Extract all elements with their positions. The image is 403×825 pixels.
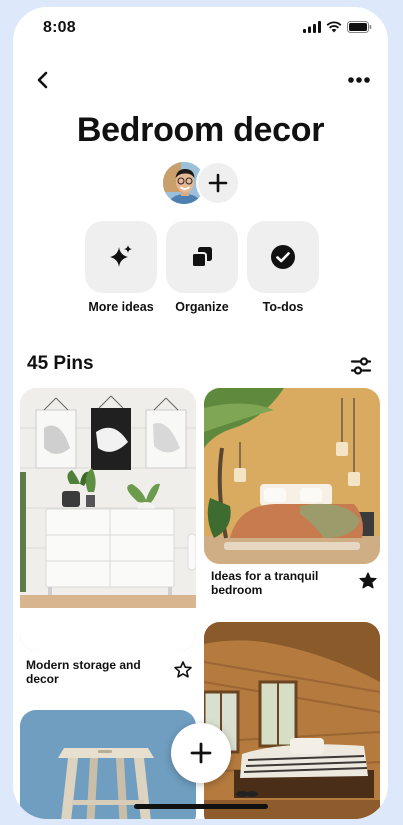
back-arrow-icon[interactable] xyxy=(33,70,53,90)
organize-icon xyxy=(191,247,212,268)
organize-button[interactable]: Organize xyxy=(166,221,238,314)
pin-caption: Modern storage and decor xyxy=(26,658,141,686)
more-ideas-label: More ideas xyxy=(88,300,154,314)
status-time: 8:08 xyxy=(43,19,76,36)
todos-tile[interactable] xyxy=(247,221,319,293)
pin-image-stool[interactable] xyxy=(20,710,196,819)
more-ideas-tile[interactable] xyxy=(85,221,157,293)
organize-label: Organize xyxy=(175,300,229,314)
status-bar: 8:08 xyxy=(13,7,388,51)
signal-icon xyxy=(303,21,321,33)
pin-caption: Ideas for a tranquil bedroom xyxy=(211,569,319,597)
home-indicator[interactable] xyxy=(134,804,268,809)
pin-image-bedroom[interactable] xyxy=(204,388,380,564)
plus-icon xyxy=(208,173,228,193)
filter-icon[interactable] xyxy=(350,355,372,377)
status-icons xyxy=(303,21,372,33)
collaborators xyxy=(162,161,242,207)
pin-image-cabin[interactable] xyxy=(204,622,380,819)
add-collaborator-button[interactable] xyxy=(196,161,240,205)
add-pin-button[interactable] xyxy=(171,723,231,783)
board-actions: More ideas Organize To-dos xyxy=(85,221,319,314)
more-ideas-button[interactable]: More ideas xyxy=(85,221,157,314)
phone-screen: 8:08 Bedroom decor More ideas Organize T… xyxy=(13,7,388,819)
star-outline-icon[interactable] xyxy=(173,660,193,680)
plus-icon xyxy=(190,742,212,764)
organize-tile[interactable] xyxy=(166,221,238,293)
checkmark-circle-icon xyxy=(271,245,295,269)
wifi-icon xyxy=(326,21,342,33)
board-title: Bedroom decor xyxy=(76,111,325,149)
battery-icon xyxy=(347,21,372,33)
todos-button[interactable]: To-dos xyxy=(247,221,319,314)
pin-image-storage[interactable] xyxy=(20,388,196,651)
todos-label: To-dos xyxy=(262,300,304,314)
pins-count: 45 Pins xyxy=(27,353,94,374)
star-filled-icon[interactable] xyxy=(358,571,378,591)
sparkle-icon xyxy=(110,245,132,267)
more-options-icon[interactable] xyxy=(344,70,374,90)
